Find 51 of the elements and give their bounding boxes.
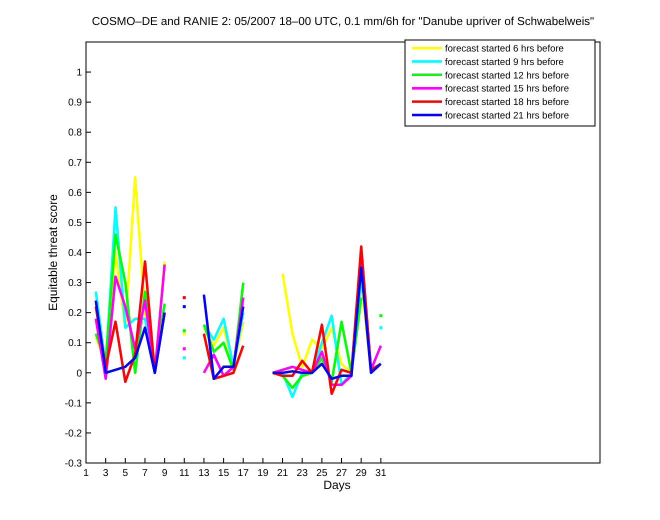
- data-point: [379, 314, 382, 318]
- legend-swatch: [412, 74, 442, 76]
- x-tick-label: 25: [316, 468, 328, 479]
- data-point: [379, 326, 382, 330]
- legend-label: forecast started 21 hrs before: [445, 110, 570, 122]
- data-point: [182, 356, 186, 360]
- y-tick-label: 0.8: [68, 128, 82, 139]
- x-tick-label: 11: [179, 468, 190, 479]
- y-tick-label: 0.7: [68, 158, 82, 169]
- x-tick-label: 13: [198, 468, 210, 479]
- data-point: [182, 347, 186, 350]
- y-tick-label: -0.2: [64, 428, 82, 440]
- legend-label: forecast started 18 hrs before: [445, 97, 570, 108]
- x-tick-label: 23: [296, 468, 308, 479]
- x-tick-label: 7: [142, 468, 148, 479]
- legend-swatch: [412, 100, 442, 103]
- chart-title: COSMO–DE and RANIE 2: 05/2007 18–00 UTC, 0.1 mm/6h for "Danube upriver of Schwabelweis": [92, 16, 594, 28]
- x-tick-label: 1: [83, 468, 89, 479]
- y-tick-label: -0.3: [64, 458, 82, 470]
- x-tick-label: 3: [102, 468, 108, 479]
- x-tick-label: 19: [257, 468, 268, 479]
- y-tick-label: 0.1: [68, 338, 82, 350]
- legend-label: forecast started 6 hrs before: [445, 44, 564, 54]
- y-tick-label: 1: [76, 68, 82, 79]
- y-tick-label: 0.9: [68, 98, 82, 109]
- y-axis-label: Equitable threat score: [46, 194, 60, 311]
- legend-swatch: [412, 46, 442, 50]
- y-tick-label: 0.5: [68, 218, 82, 229]
- y-tick-label: 0.4: [68, 248, 82, 259]
- x-tick-label: 29: [356, 468, 367, 479]
- data-point: [182, 305, 186, 308]
- legend-label: forecast started 15 hrs before: [445, 84, 570, 95]
- y-tick-label: 0: [76, 368, 82, 380]
- x-tick-label: 15: [218, 468, 230, 479]
- x-tick-label: 5: [122, 468, 128, 479]
- x-tick-label: 17: [238, 468, 249, 479]
- y-tick-label: 0.2: [68, 308, 82, 320]
- legend-label: forecast started 12 hrs before: [445, 70, 570, 82]
- x-tick-label: 21: [277, 468, 288, 479]
- legend-swatch: [412, 86, 442, 90]
- x-tick-label: 27: [336, 468, 348, 479]
- legend-swatch: [412, 114, 442, 116]
- x-tick-label: 9: [162, 468, 168, 479]
- y-tick-label: 0.6: [68, 188, 82, 199]
- legend-label: forecast started 9 hrs before: [445, 56, 564, 68]
- y-tick-label: 0.3: [68, 278, 82, 290]
- legend-swatch: [412, 60, 442, 63]
- x-tick-label: 31: [375, 468, 386, 479]
- data-point: [182, 296, 186, 300]
- x-axis-label: Days: [323, 478, 351, 492]
- y-tick-label: -0.1: [64, 398, 82, 410]
